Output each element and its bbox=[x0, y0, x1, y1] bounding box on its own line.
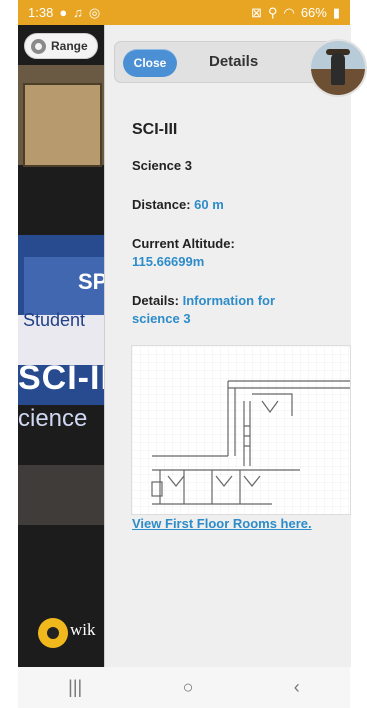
range-button[interactable]: Range bbox=[24, 33, 98, 59]
details-value-line2: science 3 bbox=[132, 311, 191, 326]
camera-sign-text-student: Student bbox=[23, 310, 86, 330]
close-button[interactable]: Close bbox=[123, 49, 177, 77]
floor-plan-image[interactable] bbox=[131, 345, 351, 515]
music-icon: ♫ bbox=[73, 5, 83, 20]
android-nav-bar: ||| ○ ‹ bbox=[18, 667, 350, 708]
camera-sign-text-sci: SCI-II bbox=[18, 359, 111, 397]
mute-icon: ⊠ bbox=[251, 4, 262, 20]
wifi-icon: ◠ bbox=[283, 4, 295, 20]
status-bar: 1:38 ● ♫ ◎ ⊠ ⚲ ◠ 66% ▮ bbox=[18, 0, 350, 25]
camera-noticeboard bbox=[23, 83, 102, 167]
range-button-label: Range bbox=[51, 39, 88, 53]
place-name: SCI-III bbox=[132, 121, 178, 138]
camera-sign-text-science: cience bbox=[18, 405, 88, 432]
view-rooms-link[interactable]: View First Floor Rooms here. bbox=[132, 516, 312, 531]
avatar[interactable] bbox=[309, 39, 367, 97]
altitude-label: Current Altitude: bbox=[132, 236, 235, 251]
battery-icon: ▮ bbox=[332, 4, 340, 20]
gear-icon bbox=[31, 38, 46, 54]
details-panel: Close Details SCI-III Science 3 Distance… bbox=[104, 25, 367, 667]
battery-level: 66% bbox=[300, 5, 327, 20]
details-title: Details bbox=[209, 53, 259, 70]
wiki-marker-label: wik bbox=[70, 620, 96, 639]
status-time: 1:38 bbox=[28, 5, 54, 20]
notification-icon: ● bbox=[59, 5, 68, 20]
camera-sign-text-sp: SP bbox=[78, 269, 108, 294]
altitude-value: 115.66699m bbox=[132, 254, 205, 269]
distance-row: Distance: 60 m bbox=[132, 197, 224, 212]
distance-value: 60 m bbox=[194, 197, 224, 212]
back-button[interactable]: ‹ bbox=[294, 677, 300, 698]
distance-label: Distance: bbox=[132, 197, 191, 212]
home-button[interactable]: ○ bbox=[183, 677, 194, 698]
details-row: Details: Information for bbox=[132, 293, 275, 308]
wiki-marker-icon[interactable] bbox=[38, 618, 68, 648]
location-icon: ⚲ bbox=[267, 4, 278, 20]
place-subtitle: Science 3 bbox=[132, 158, 192, 173]
refresh-icon: ◎ bbox=[88, 4, 101, 20]
details-label: Details: bbox=[132, 293, 179, 308]
recent-apps-button[interactable]: ||| bbox=[68, 677, 82, 698]
details-value-line1: Information for bbox=[182, 293, 276, 308]
